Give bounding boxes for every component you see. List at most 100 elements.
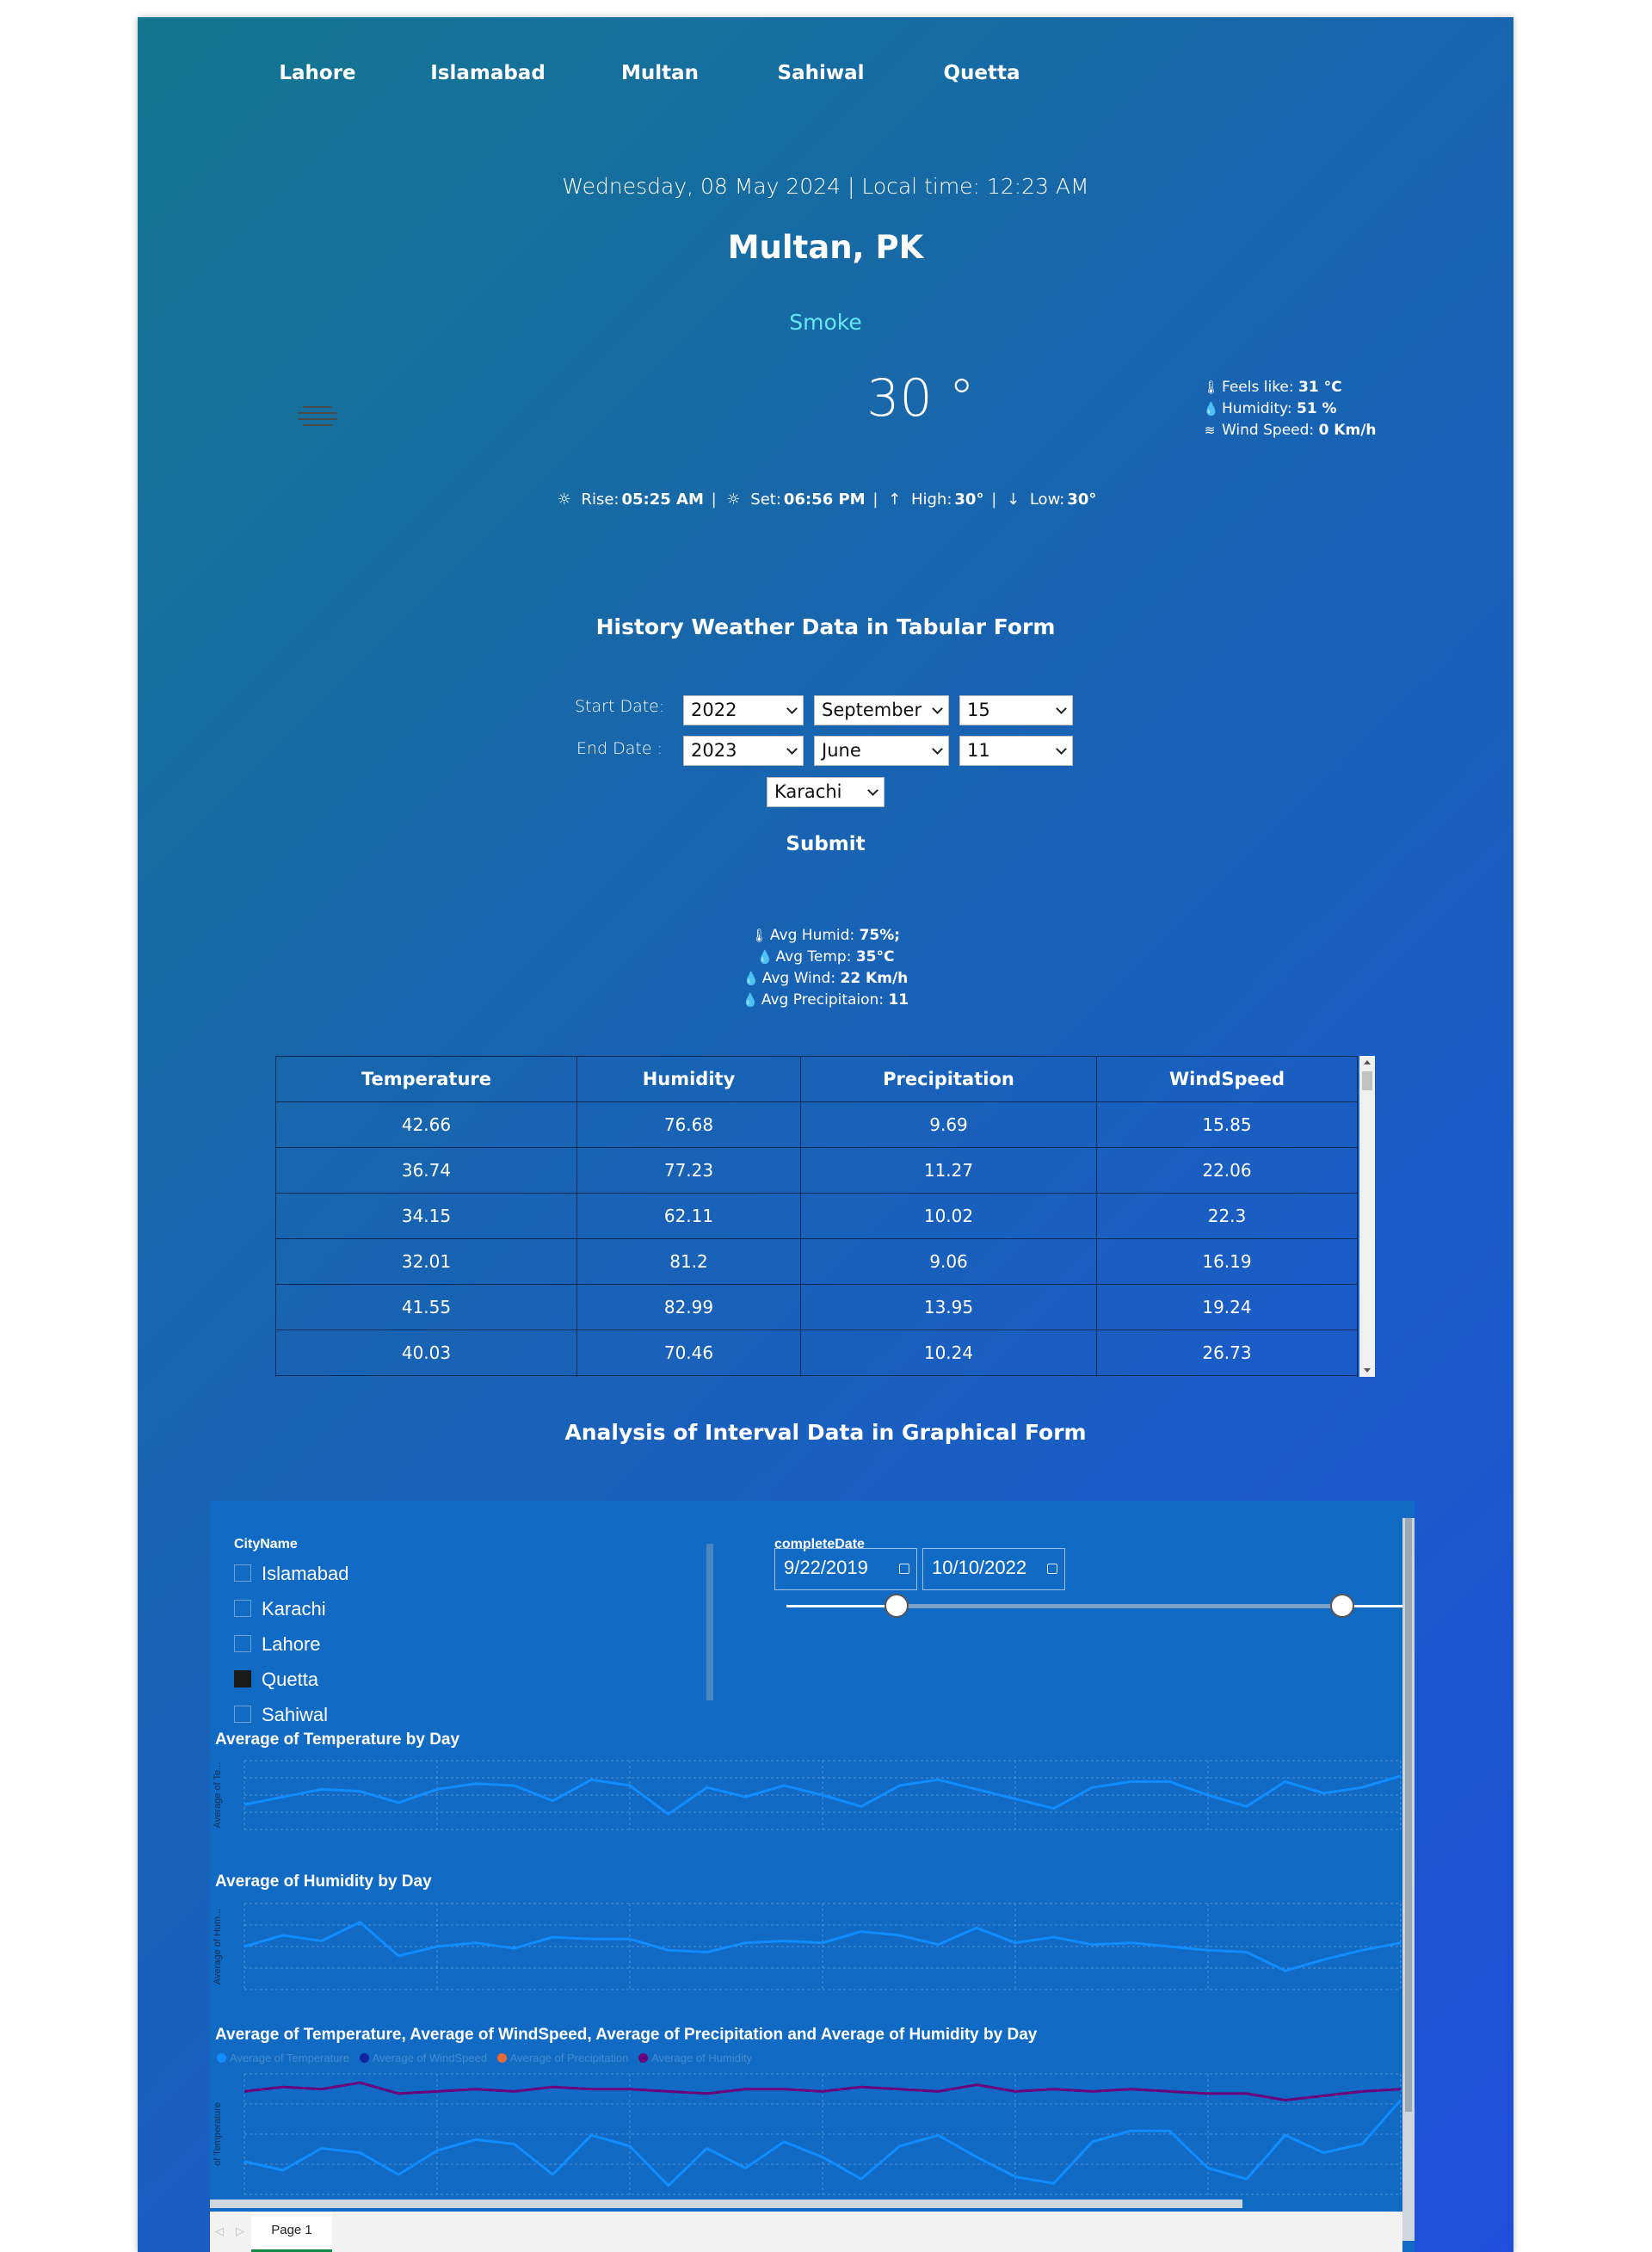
scroll-up-icon[interactable]: [1364, 1060, 1371, 1064]
current-details: 🌡 Feels like: 31 °C 💧 Humidity: 51 % ≋ Wind…: [1203, 377, 1444, 441]
calendar-icon[interactable]: [899, 1564, 909, 1574]
city-option-sahiwal[interactable]: Sahiwal: [234, 1704, 328, 1726]
checkbox[interactable]: [234, 1635, 251, 1652]
table-row: 40.03 70.46 10.24 26.73: [275, 1330, 1358, 1376]
rise-label: Rise:: [581, 491, 620, 509]
tab-prev-icon[interactable]: ◁: [215, 2225, 224, 2238]
tab-page-1[interactable]: Page 1: [251, 2212, 332, 2252]
start-date-label: Start Date:: [575, 697, 665, 716]
humidity-row: 💧 Humidity: 51 %: [1203, 398, 1444, 420]
tab-next-icon[interactable]: ▷: [236, 2225, 244, 2238]
checkbox[interactable]: [234, 1706, 251, 1723]
city-option-quetta[interactable]: Quetta: [234, 1669, 318, 1691]
sun-high-low-line: ☼ Rise: 05:25 AM | ☼ Set: 06:56 PM | ↑ Hig…: [557, 491, 1097, 509]
chevron-down-icon: [932, 703, 943, 714]
city-slicer-title: CityName: [234, 1537, 298, 1552]
table-row: 42.66 76.68 9.69 15.85: [275, 1101, 1358, 1148]
combined-chart-legend[interactable]: Average of Temperature Average of WindSp…: [217, 2051, 759, 2064]
droplet-icon: 💧: [756, 949, 774, 965]
low-label: Low:: [1029, 491, 1065, 509]
legend-item[interactable]: Average of Humidity: [638, 2051, 752, 2064]
col-windspeed: WindSpeed: [1096, 1056, 1358, 1102]
temperature-chart-title: Average of Temperature by Day: [215, 1731, 460, 1749]
start-month-select[interactable]: September: [814, 695, 949, 725]
city-option-karachi[interactable]: Karachi: [234, 1598, 326, 1620]
legend-item[interactable]: Average of Precipitation: [496, 2051, 629, 2064]
city-list-scrollbar[interactable]: [706, 1544, 713, 1700]
nav-sahiwal[interactable]: Sahiwal: [778, 62, 865, 84]
report-vertical-scrollbar[interactable]: [1402, 1518, 1415, 2241]
avg-precip-row: 💧 Avg Precipitaion: 11: [138, 990, 1513, 1011]
weather-condition: Smoke: [789, 310, 862, 335]
date-time-line: Wednesday, 08 May 2024 | Local time: 12:…: [562, 174, 1089, 199]
wind-value: 0 Km/h: [1318, 422, 1377, 439]
city-select[interactable]: Karachi: [767, 777, 885, 807]
col-humidity: Humidity: [576, 1056, 801, 1102]
scroll-thumb[interactable]: [1405, 1518, 1412, 2112]
table-scrollbar[interactable]: [1359, 1056, 1375, 1377]
combined-chart-title: Average of Temperature, Average of WindS…: [215, 2026, 1038, 2044]
date-slider-start-handle[interactable]: [885, 1594, 909, 1618]
nav-islamabad[interactable]: Islamabad: [430, 62, 546, 84]
date-to-input[interactable]: 10/10/2022: [922, 1548, 1065, 1590]
report-page-tabs: ◁ ▷ Page 1: [210, 2212, 1402, 2252]
combined-chart: of Temperature: [213, 2073, 1402, 2195]
legend-item[interactable]: Average of WindSpeed: [359, 2051, 487, 2064]
legend-item[interactable]: Average of Temperature: [217, 2051, 349, 2064]
sunrise-icon: ☼: [557, 491, 571, 509]
table-row: [275, 1375, 1358, 1377]
current-temperature: 30 °: [866, 368, 975, 429]
submit-button[interactable]: Submit: [138, 833, 1513, 855]
averages-summary: 🌡 Avg Humid: 75%; 💧 Avg Temp: 35°C 💧 Avg Wi…: [138, 925, 1513, 1011]
report-horizontal-scrollbar[interactable]: [210, 2200, 1242, 2208]
droplet-icon: 💧: [742, 992, 759, 1008]
end-day-select[interactable]: 11: [959, 736, 1073, 766]
haze-icon: [293, 402, 342, 440]
avg-humid-row: 🌡 Avg Humid: 75%;: [138, 925, 1513, 947]
calendar-icon[interactable]: [1047, 1564, 1057, 1574]
sunset-icon: ☼: [726, 491, 741, 509]
checkbox[interactable]: [234, 1600, 251, 1617]
y-axis-label: Average of Hum...: [213, 1909, 223, 1984]
temperature-chart: Average of Te...: [213, 1760, 1402, 1830]
date-slider-range: [894, 1604, 1342, 1608]
history-title: History Weather Data in Tabular Form: [595, 614, 1056, 639]
city-title: Multan, PK: [727, 229, 924, 266]
thermometer-icon: 🌡: [1203, 379, 1220, 395]
chevron-down-icon: [1056, 743, 1067, 755]
chevron-down-icon: [786, 703, 798, 714]
droplet-icon: 💧: [1203, 401, 1219, 416]
nav-lahore[interactable]: Lahore: [279, 62, 355, 84]
feels-value: 31 °C: [1298, 379, 1342, 396]
checkbox-checked[interactable]: [234, 1670, 251, 1687]
chevron-down-icon: [932, 743, 943, 755]
low-value: 30°: [1067, 491, 1097, 509]
city-option-lahore[interactable]: Lahore: [234, 1633, 321, 1656]
end-month-select[interactable]: June: [814, 736, 949, 766]
history-table: Temperature Humidity Precipitation WindS…: [275, 1056, 1358, 1377]
y-axis-label: Average of Te...: [213, 1762, 223, 1829]
humidity-chart: Average of Hum...: [213, 1903, 1402, 1990]
table-header-row: Temperature Humidity Precipitation WindS…: [275, 1056, 1358, 1102]
start-year-select[interactable]: 2022: [683, 695, 804, 725]
thermometer-icon: 🌡: [750, 928, 767, 943]
rise-value: 05:25 AM: [621, 491, 704, 509]
nav-multan[interactable]: Multan: [621, 62, 699, 84]
history-table-container[interactable]: Temperature Humidity Precipitation WindS…: [275, 1056, 1375, 1377]
date-from-input[interactable]: 9/22/2019: [774, 1548, 917, 1590]
avg-temp-row: 💧 Avg Temp: 35°C: [138, 947, 1513, 968]
nav-quetta[interactable]: Quetta: [943, 62, 1020, 84]
arrow-up-icon: ↑: [888, 491, 902, 509]
checkbox[interactable]: [234, 1564, 251, 1582]
high-label: High:: [910, 491, 952, 509]
city-nav: Lahore Islamabad Multan Sahiwal Quetta: [138, 62, 1513, 96]
scroll-down-icon[interactable]: [1364, 1368, 1371, 1373]
arrow-down-icon: ↓: [1007, 491, 1020, 509]
chevron-down-icon: [867, 785, 878, 796]
city-option-islamabad[interactable]: Islamabad: [234, 1563, 349, 1585]
start-day-select[interactable]: 15: [959, 695, 1073, 725]
weather-page: Lahore Islamabad Multan Sahiwal Quetta W…: [138, 17, 1513, 2252]
date-slider-end-handle[interactable]: [1330, 1594, 1354, 1618]
scroll-thumb[interactable]: [1362, 1071, 1372, 1090]
end-year-select[interactable]: 2023: [683, 736, 804, 766]
